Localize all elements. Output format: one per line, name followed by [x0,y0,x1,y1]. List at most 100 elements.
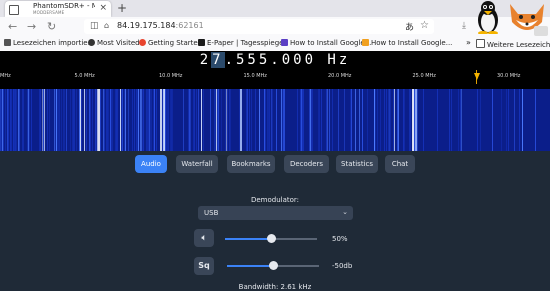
site-icon [281,39,288,46]
speaker-icon[interactable]: 🔈︎ [194,229,214,247]
download-icon[interactable]: ⤓ [462,21,466,31]
waterfall-signal-line [31,89,32,151]
waterfall-strong-signal [415,89,417,151]
waterfall-signal-line [168,89,169,151]
bookmark-item[interactable]: How to Install Google... [362,39,452,47]
browser-tab[interactable]: PhantomSDR+ - Modde MODDERSAME × [5,1,111,17]
waterfall-signal-line [86,89,87,151]
bookmark-item[interactable]: Most Visited [88,39,140,47]
frequency-scale[interactable]: MHz 5.0 MHz 10.0 MHz 15.0 MHz 20.0 MHz 25.0 M… [0,70,550,89]
new-tab-button[interactable]: + [117,1,127,15]
tab-decoders[interactable]: Decoders [284,155,329,173]
waterfall-signal-line [57,89,58,151]
waterfall-signal-line [183,89,184,151]
waterfall-signal-line [194,89,195,151]
waterfall-signal-line [74,89,75,151]
reload-icon[interactable]: ↻ [47,20,56,33]
import-icon [4,39,11,46]
waterfall-signal-line [5,89,6,151]
page-info-icon[interactable]: ⌂ [104,21,109,30]
waterfall-signal-line [519,89,520,151]
waterfall-signal-line [28,89,29,151]
waterfall-signal-line [276,89,277,151]
waterfall-signal-line [147,89,148,151]
waterfall-canvas[interactable] [0,89,550,151]
waterfall-signal-line [170,89,171,151]
waterfall-signal-line [59,89,60,151]
waterfall-strong-signal [240,89,242,151]
waterfall-signal-line [124,89,125,151]
waterfall-signal-line [319,89,320,151]
volume-slider-knob[interactable] [267,234,276,243]
url-bar[interactable]: ◫ ⌂ 84.19.175.184:62161 あ ☆ [84,19,434,34]
waterfall-signal-line [374,89,375,151]
waterfall-signal-line [198,89,199,151]
waterfall-signal-line [0,89,1,151]
close-tab-icon[interactable]: × [99,3,107,13]
waterfall-signal-line [40,89,41,151]
waterfall-signal-line [282,89,283,151]
tab-chat[interactable]: Chat [385,155,415,173]
bookmark-item[interactable]: E-Paper | Tagesspiegel [198,39,285,47]
bookmark-label: How to Install Google... [371,39,453,47]
tab-audio[interactable]: Audio [135,155,167,173]
waterfall-signal-line [384,89,385,151]
scale-tick-label: 30.0 MHz [497,73,521,79]
waterfall-signal-line [1,89,2,151]
more-bookmarks-icon[interactable]: » [466,38,471,47]
waterfall-signal-line [138,89,139,151]
waterfall-signal-line [210,89,211,151]
tab-statistics[interactable]: Statistics [336,155,378,173]
waterfall-signal-line [377,89,378,151]
waterfall-signal-line [76,89,77,151]
waterfall-signal-line [351,89,352,151]
back-icon[interactable]: ← [8,20,17,33]
translate-icon[interactable]: あ [405,20,414,33]
waterfall-signal-line [132,89,133,151]
waterfall-strong-signal [160,89,162,151]
bookmark-star-icon[interactable]: ☆ [420,20,429,31]
url-text[interactable]: 84.19.175.184:62161 [117,21,204,30]
waterfall-signal-line [227,89,228,151]
bookmark-item[interactable]: Lesezeichen importie... [4,39,94,47]
frequency-rest[interactable]: .555.000 Hz [225,52,351,68]
waterfall-signal-line [297,89,298,151]
waterfall-signal-line [107,89,108,151]
frequency-digit[interactable]: 2 [200,52,211,68]
tab-waterfall[interactable]: Waterfall [176,155,218,173]
bookmark-item[interactable]: How to Install Google... [281,39,371,47]
squelch-button[interactable]: Sq [194,257,214,275]
waterfall-display[interactable] [0,89,550,151]
tab-bookmarks[interactable]: Bookmarks [227,155,275,173]
waterfall-signal-line [251,89,252,151]
waterfall-signal-line [522,89,523,151]
bookmarks-bar: Lesezeichen importie... Most Visited Get… [0,37,550,52]
waterfall-signal-line [492,89,493,151]
waterfall-signal-line [303,89,304,151]
waterfall-signal-line [326,89,327,151]
squelch-slider[interactable] [227,261,319,270]
forward-icon[interactable]: → [27,20,36,33]
waterfall-signal-line [154,89,155,151]
waterfall-signal-line [172,89,173,151]
waterfall-signal-line [196,89,197,151]
waterfall-signal-line [61,89,62,151]
tuning-marker-icon[interactable] [474,73,480,80]
squelch-slider-knob[interactable] [269,261,278,270]
waterfall-signal-line [318,89,319,151]
waterfall-signal-line [229,89,230,151]
demodulator-select[interactable]: USB ⌄ [198,206,353,220]
bookmark-item[interactable]: Getting Started [139,39,202,47]
tux-penguin-icon [478,1,498,34]
waterfall-signal-line [332,89,333,151]
waterfall-signal-line [156,89,157,151]
scale-tick-label: MHz [0,73,11,79]
frequency-display[interactable]: 27.555.000 Hz [0,52,550,68]
volume-slider[interactable] [225,234,317,243]
url-host: 84.19.175.184 [117,21,176,30]
bookmark-folder[interactable]: Weitere Lesezeichen [476,39,550,49]
waterfall-signal-line [104,89,105,151]
waterfall-signal-line [3,89,4,151]
frequency-digit-selected[interactable]: 7 [211,52,225,68]
waterfall-signal-line [397,89,398,151]
